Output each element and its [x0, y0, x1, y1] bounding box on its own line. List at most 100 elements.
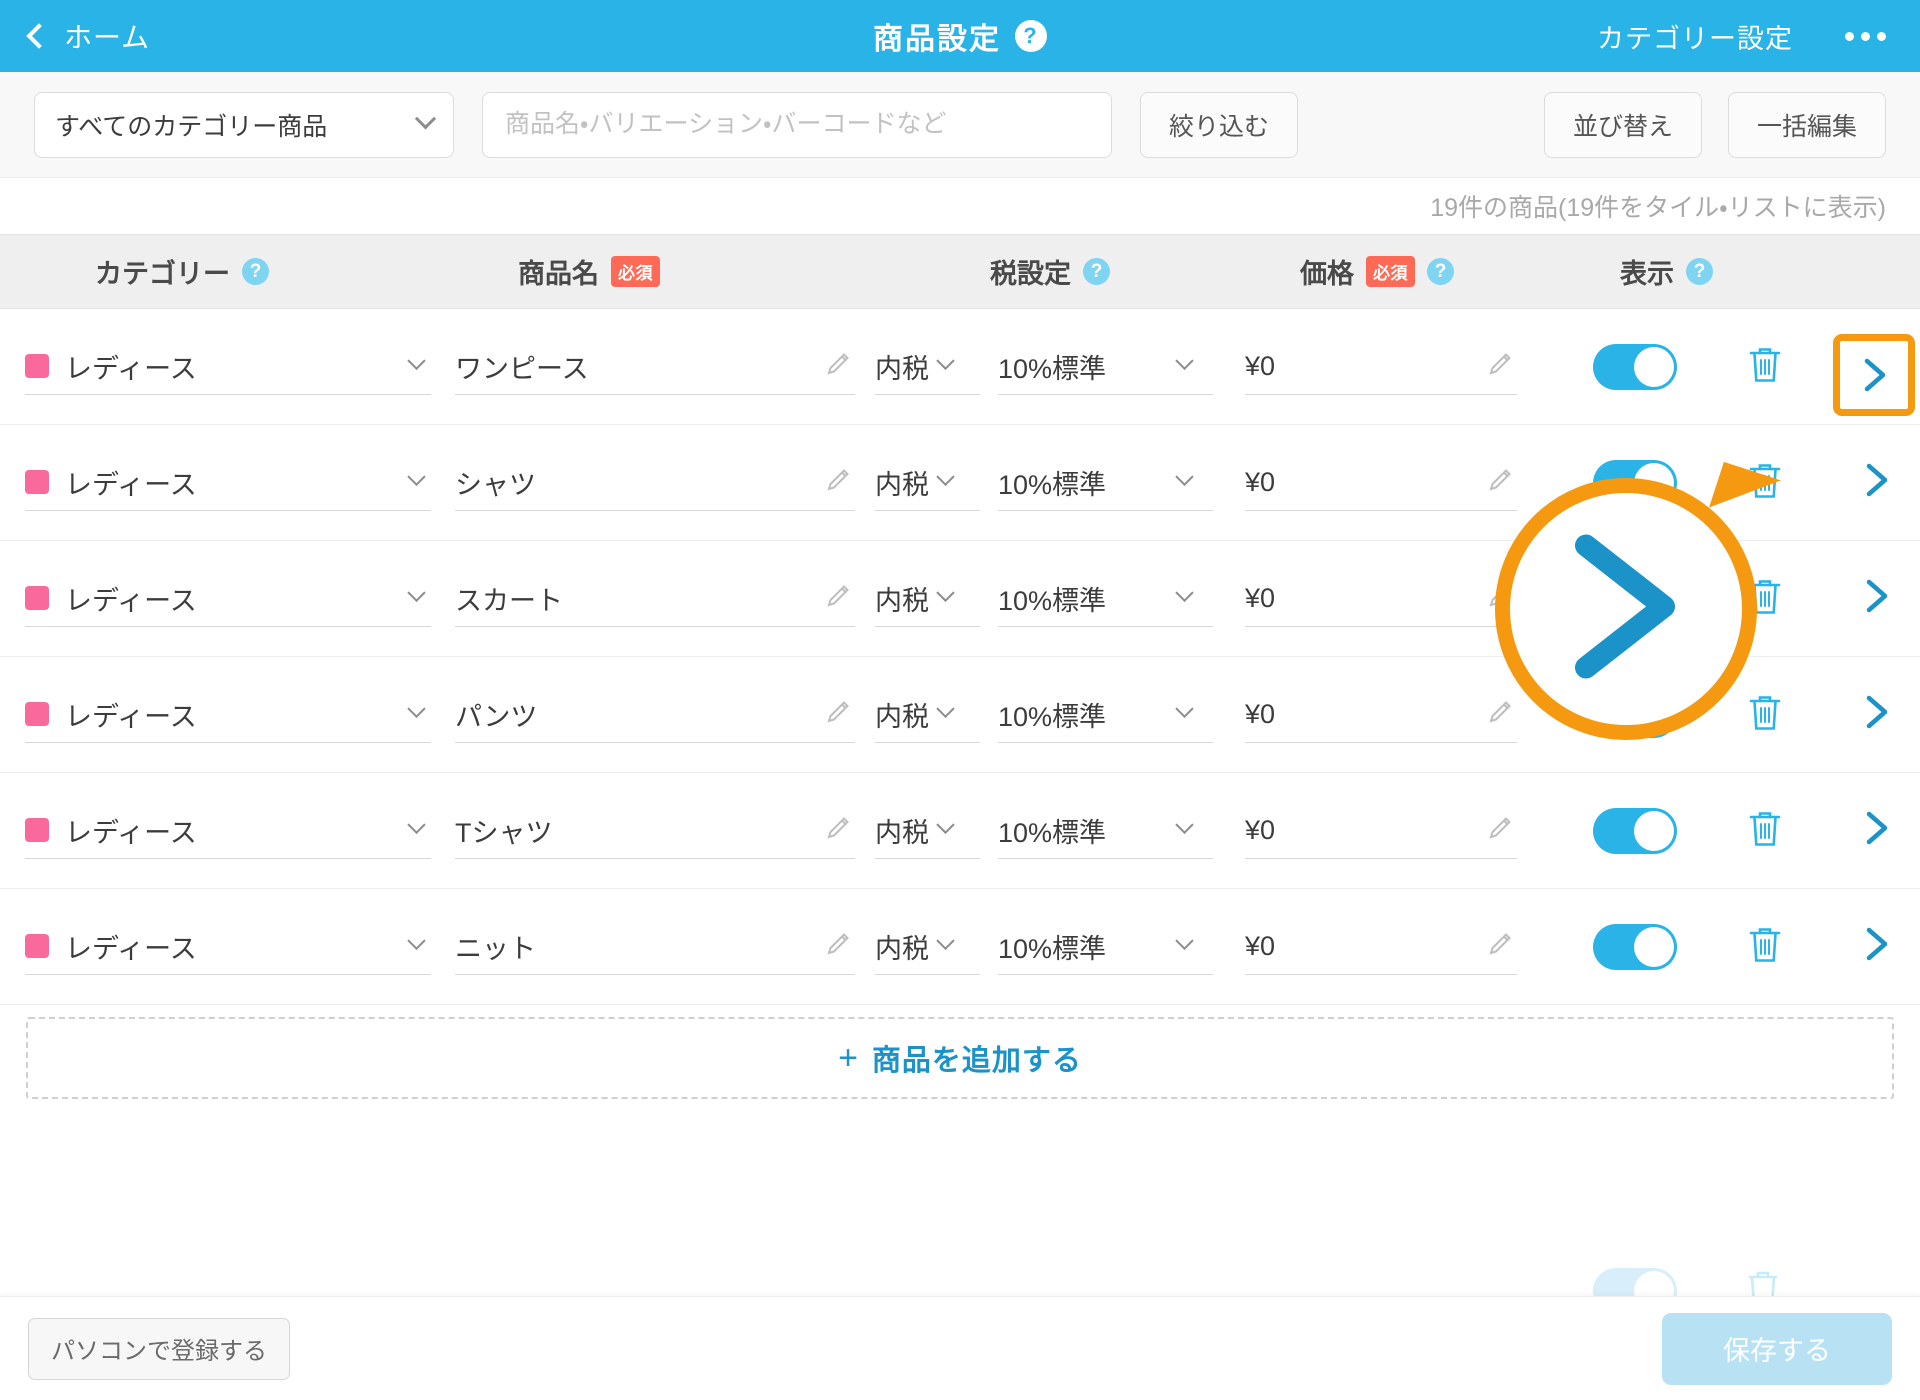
tax-kind-select[interactable]: 内税 [875, 455, 980, 511]
cell-tax: 内税 10%標準 [875, 687, 1245, 743]
chevron-down-icon [407, 467, 426, 486]
save-button[interactable]: 保存する [1662, 1312, 1892, 1385]
tax-kind-select[interactable]: 内税 [875, 571, 980, 627]
delete-row-icon[interactable] [1747, 808, 1783, 853]
price-value: ¥0 [1245, 814, 1276, 845]
help-icon[interactable]: ? [1015, 20, 1047, 52]
help-icon-price[interactable]: ? [1427, 258, 1454, 285]
search-field[interactable] [482, 91, 1112, 158]
column-header-price: 価格 必須 ? [1245, 252, 1545, 291]
edit-pencil-icon[interactable] [825, 815, 851, 846]
edit-pencil-icon[interactable] [825, 699, 851, 730]
cell-product-name: Tシャツ [455, 803, 875, 859]
ellipsis-icon[interactable] [1845, 31, 1886, 41]
delete-row-icon[interactable] [1747, 924, 1783, 969]
tax-rate-select[interactable]: 10%標準 [998, 339, 1213, 395]
help-icon-tax[interactable]: ? [1083, 258, 1110, 285]
product-name-input[interactable]: ワンピース [455, 339, 855, 395]
visible-toggle[interactable] [1593, 807, 1677, 854]
edit-pencil-icon[interactable] [1487, 815, 1513, 846]
row-detail-chevron[interactable] [1861, 808, 1891, 853]
search-input[interactable] [505, 110, 1089, 139]
category-select[interactable]: レディース [25, 919, 431, 975]
cell-price: ¥0 [1245, 919, 1545, 975]
product-name-value: スカート [455, 585, 563, 616]
edit-pencil-icon[interactable] [1487, 931, 1513, 962]
product-name-value: パンツ [455, 701, 538, 732]
cell-price: ¥0 [1245, 803, 1545, 859]
tax-rate-select[interactable]: 10%標準 [998, 687, 1213, 743]
product-name-input[interactable]: Tシャツ [455, 803, 855, 859]
pc-register-button[interactable]: パソコンで登録する [28, 1317, 290, 1380]
edit-pencil-icon[interactable] [825, 583, 851, 614]
category-color-swatch [25, 934, 49, 958]
visible-toggle[interactable] [1593, 343, 1677, 390]
price-input[interactable]: ¥0 [1245, 803, 1517, 859]
tax-kind-select[interactable]: 内税 [875, 339, 980, 395]
bulk-edit-button[interactable]: 一括編集 [1727, 91, 1886, 158]
filter-button[interactable]: 絞り込む [1140, 91, 1299, 158]
category-setting-button[interactable]: カテゴリー設定 [1597, 17, 1793, 56]
category-select[interactable]: レディース [25, 339, 431, 395]
app-header: ホーム 商品設定 ? カテゴリー設定 [0, 0, 1920, 72]
price-input[interactable]: ¥0 [1245, 919, 1517, 975]
category-select[interactable]: レディース [25, 687, 431, 743]
category-select[interactable]: レディース [25, 803, 431, 859]
plus-icon: + [838, 1039, 858, 1077]
row-detail-chevron[interactable] [1861, 576, 1891, 621]
chevron-down-icon [1175, 583, 1194, 602]
visible-toggle[interactable] [1593, 923, 1677, 970]
tax-kind-value: 内税 [875, 701, 929, 732]
edit-pencil-icon[interactable] [825, 351, 851, 382]
column-label-tax: 税設定 [990, 259, 1071, 289]
cell-category: レディース [0, 919, 455, 975]
category-color-swatch [25, 354, 49, 378]
chevron-left-icon [26, 23, 52, 49]
cell-product-name: パンツ [455, 687, 875, 743]
delete-row-icon[interactable] [1747, 344, 1783, 389]
category-select[interactable]: レディース [25, 455, 431, 511]
product-name-input[interactable]: スカート [455, 571, 855, 627]
category-select[interactable]: レディース [25, 571, 431, 627]
tax-rate-select[interactable]: 10%標準 [998, 571, 1213, 627]
chevron-down-icon [407, 931, 426, 950]
help-icon-visible[interactable]: ? [1686, 258, 1713, 285]
cell-product-name: シャツ [455, 455, 875, 511]
tax-kind-select[interactable]: 内税 [875, 919, 980, 975]
edit-pencil-icon[interactable] [825, 931, 851, 962]
category-color-swatch [25, 586, 49, 610]
category-value: レディース [65, 585, 197, 616]
tax-rate-select[interactable]: 10%標準 [998, 919, 1213, 975]
category-value: レディース [65, 353, 197, 384]
help-icon-category[interactable]: ? [242, 258, 269, 285]
row-detail-chevron[interactable] [1861, 924, 1891, 969]
back-home-button[interactable]: ホーム [26, 16, 150, 56]
tax-kind-select[interactable]: 内税 [875, 687, 980, 743]
edit-pencil-icon[interactable] [1487, 351, 1513, 382]
product-name-input[interactable]: パンツ [455, 687, 855, 743]
tax-kind-value: 内税 [875, 817, 929, 848]
price-input[interactable]: ¥0 [1245, 455, 1517, 511]
sort-button[interactable]: 並び替え [1543, 91, 1702, 158]
annotation-magnifier [1495, 461, 1781, 740]
product-name-input[interactable]: ニット [455, 919, 855, 975]
row-detail-chevron[interactable] [1861, 692, 1891, 737]
tax-kind-select[interactable]: 内税 [875, 803, 980, 859]
cell-tax: 内税 10%標準 [875, 339, 1245, 395]
row-detail-chevron[interactable] [1861, 460, 1891, 505]
filter-toolbar: すべてのカテゴリー商品 絞り込む 並び替え 一括編集 [0, 72, 1920, 178]
required-badge-product-name: 必須 [611, 256, 660, 287]
chevron-down-icon [936, 931, 955, 950]
product-name-value: Tシャツ [455, 817, 553, 848]
product-name-input[interactable]: シャツ [455, 455, 855, 511]
price-input[interactable]: ¥0 [1245, 571, 1517, 627]
tax-rate-select[interactable]: 10%標準 [998, 455, 1213, 511]
tax-rate-select[interactable]: 10%標準 [998, 803, 1213, 859]
cell-category: レディース [0, 455, 455, 511]
price-input[interactable]: ¥0 [1245, 339, 1517, 395]
tax-kind-value: 内税 [875, 353, 929, 384]
category-filter-select[interactable]: すべてのカテゴリー商品 [34, 91, 454, 158]
add-product-button[interactable]: + 商品を追加する [26, 1017, 1894, 1099]
price-input[interactable]: ¥0 [1245, 687, 1517, 743]
edit-pencil-icon[interactable] [825, 467, 851, 498]
